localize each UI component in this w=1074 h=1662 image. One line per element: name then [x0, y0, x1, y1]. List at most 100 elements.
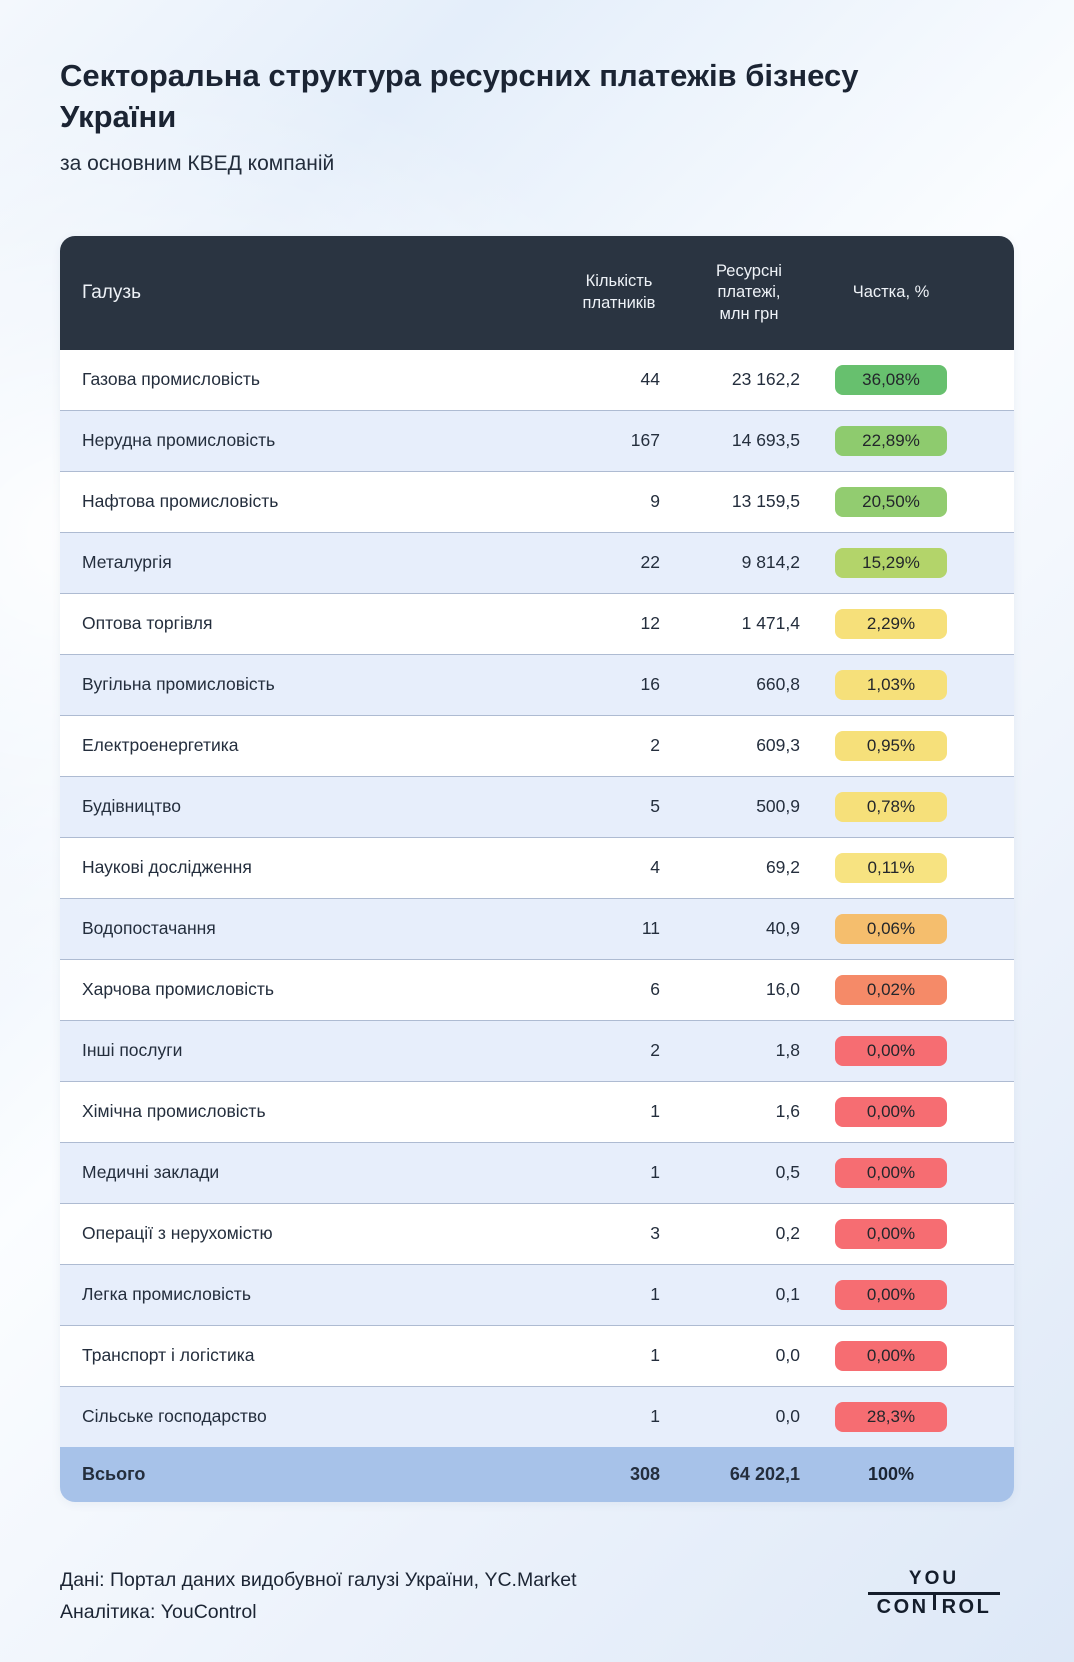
- header-resource-payments: Ресурсні платежі, млн грн: [674, 261, 824, 325]
- industry-cell: Металургія: [80, 552, 564, 573]
- share-cell: 22,89%: [824, 426, 958, 456]
- industry-cell: Харчова промисловість: [80, 979, 564, 1000]
- payments-cell: 500,9: [674, 796, 824, 817]
- industry-cell: Інші послуги: [80, 1040, 564, 1061]
- table-row: Будівництво 5 500,9 0,78%: [60, 777, 1014, 838]
- youcontrol-logo: YOU CONROL: [868, 1568, 1000, 1619]
- payments-cell: 69,2: [674, 857, 824, 878]
- share-cell: 0,00%: [824, 1036, 958, 1066]
- page-subtitle: за основним КВЕД компаній: [60, 152, 1014, 176]
- table-row: Харчова промисловість 6 16,0 0,02%: [60, 960, 1014, 1021]
- share-cell: 15,29%: [824, 548, 958, 578]
- payments-cell: 0,1: [674, 1284, 824, 1305]
- sector-table: Галузь Кількість платників Ресурсні плат…: [60, 236, 1014, 1502]
- share-badge: 0,78%: [835, 792, 947, 822]
- data-credits: Дані: Портал даних видобувної галузі Укр…: [60, 1564, 577, 1628]
- payments-cell: 9 814,2: [674, 552, 824, 573]
- industry-cell: Сільське господарство: [80, 1406, 564, 1427]
- share-cell: 0,00%: [824, 1280, 958, 1310]
- share-badge: 0,00%: [835, 1219, 947, 1249]
- payments-cell: 1,6: [674, 1101, 824, 1122]
- share-cell: 28,3%: [824, 1402, 958, 1432]
- payments-cell: 16,0: [674, 979, 824, 1000]
- share-badge: 0,00%: [835, 1097, 947, 1127]
- payments-cell: 0,2: [674, 1223, 824, 1244]
- table-row: Наукові дослідження 4 69,2 0,11%: [60, 838, 1014, 899]
- total-label: Всього: [80, 1464, 564, 1485]
- payers-count-cell: 16: [564, 674, 674, 695]
- payers-count-cell: 22: [564, 552, 674, 573]
- table-row: Оптова торгівля 12 1 471,4 2,29%: [60, 594, 1014, 655]
- share-cell: 0,06%: [824, 914, 958, 944]
- payers-count-cell: 3: [564, 1223, 674, 1244]
- payments-cell: 0,0: [674, 1345, 824, 1366]
- payments-cell: 13 159,5: [674, 491, 824, 512]
- header-industry: Галузь: [80, 282, 564, 304]
- industry-cell: Водопостачання: [80, 918, 564, 939]
- payments-cell: 23 162,2: [674, 369, 824, 390]
- table-row: Електроенергетика 2 609,3 0,95%: [60, 716, 1014, 777]
- payers-count-cell: 44: [564, 369, 674, 390]
- industry-cell: Транспорт і логістика: [80, 1345, 564, 1366]
- industry-cell: Нерудна промисловість: [80, 430, 564, 451]
- credits-analytics: Аналітика: YouControl: [60, 1596, 577, 1628]
- table-row: Нерудна промисловість 167 14 693,5 22,89…: [60, 411, 1014, 472]
- payers-count-cell: 11: [564, 918, 674, 939]
- table-row: Операції з нерухомістю 3 0,2 0,00%: [60, 1204, 1014, 1265]
- payers-count-cell: 1: [564, 1162, 674, 1183]
- share-badge: 0,11%: [835, 853, 947, 883]
- payments-cell: 14 693,5: [674, 430, 824, 451]
- share-cell: 0,00%: [824, 1097, 958, 1127]
- industry-cell: Хімічна промисловість: [80, 1101, 564, 1122]
- payers-count-cell: 1: [564, 1284, 674, 1305]
- share-cell: 0,00%: [824, 1158, 958, 1188]
- industry-cell: Наукові дослідження: [80, 857, 564, 878]
- share-badge: 22,89%: [835, 426, 947, 456]
- industry-cell: Нафтова промисловість: [80, 491, 564, 512]
- share-cell: 0,00%: [824, 1341, 958, 1371]
- share-badge: 20,50%: [835, 487, 947, 517]
- table-row: Інші послуги 2 1,8 0,00%: [60, 1021, 1014, 1082]
- table-row: Сільське господарство 1 0,0 28,3%: [60, 1387, 1014, 1447]
- table-row: Металургія 22 9 814,2 15,29%: [60, 533, 1014, 594]
- share-cell: 1,03%: [824, 670, 958, 700]
- infographic-page: Секторальна структура ресурсних платежів…: [0, 0, 1074, 1628]
- industry-cell: Медичні заклади: [80, 1162, 564, 1183]
- share-badge: 36,08%: [835, 365, 947, 395]
- industry-cell: Будівництво: [80, 796, 564, 817]
- payments-cell: 660,8: [674, 674, 824, 695]
- payers-count-cell: 4: [564, 857, 674, 878]
- payers-count-cell: 5: [564, 796, 674, 817]
- payers-count-cell: 6: [564, 979, 674, 1000]
- table-row: Хімічна промисловість 1 1,6 0,00%: [60, 1082, 1014, 1143]
- logo-control-text: CONROL: [868, 1596, 1000, 1619]
- table-header-row: Галузь Кількість платників Ресурсні плат…: [60, 236, 1014, 350]
- table-body: Газова промисловість 44 23 162,2 36,08% …: [60, 350, 1014, 1447]
- table-row: Транспорт і логістика 1 0,0 0,00%: [60, 1326, 1014, 1387]
- header-share-percent: Частка, %: [824, 282, 958, 303]
- table-row: Нафтова промисловість 9 13 159,5 20,50%: [60, 472, 1014, 533]
- share-badge: 28,3%: [835, 1402, 947, 1432]
- share-cell: 0,95%: [824, 731, 958, 761]
- table-total-row: Всього 308 64 202,1 100%: [60, 1447, 1014, 1502]
- payers-count-cell: 1: [564, 1101, 674, 1122]
- total-payments: 64 202,1: [674, 1464, 824, 1485]
- industry-cell: Операції з нерухомістю: [80, 1223, 564, 1244]
- share-badge: 0,00%: [835, 1036, 947, 1066]
- share-badge: 0,00%: [835, 1341, 947, 1371]
- footer: Дані: Портал даних видобувної галузі Укр…: [60, 1564, 1014, 1628]
- share-badge: 0,06%: [835, 914, 947, 944]
- table-row: Водопостачання 11 40,9 0,06%: [60, 899, 1014, 960]
- share-cell: 0,78%: [824, 792, 958, 822]
- share-badge: 15,29%: [835, 548, 947, 578]
- payers-count-cell: 12: [564, 613, 674, 634]
- payers-count-cell: 9: [564, 491, 674, 512]
- table-row: Медичні заклади 1 0,5 0,00%: [60, 1143, 1014, 1204]
- payments-cell: 609,3: [674, 735, 824, 756]
- share-badge: 1,03%: [835, 670, 947, 700]
- share-cell: 0,02%: [824, 975, 958, 1005]
- share-cell: 36,08%: [824, 365, 958, 395]
- logo-t-stem: [933, 1594, 936, 1610]
- share-badge: 0,00%: [835, 1158, 947, 1188]
- share-cell: 0,11%: [824, 853, 958, 883]
